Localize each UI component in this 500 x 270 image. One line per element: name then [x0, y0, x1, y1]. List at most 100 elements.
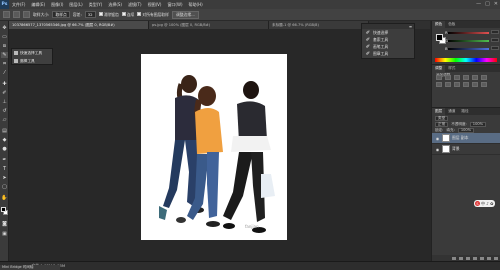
history-brush-icon[interactable]: ↺ — [1, 108, 8, 114]
layer-kind-select[interactable]: 类型 — [435, 115, 449, 121]
lasso-tool-icon[interactable]: ɷ — [1, 43, 8, 49]
bw-icon[interactable] — [445, 82, 451, 87]
layer-row[interactable]: ◉ 图层 副本 — [432, 133, 500, 144]
red-value-input[interactable] — [491, 30, 499, 34]
type-tool-icon[interactable]: T — [1, 166, 8, 172]
tab-color[interactable]: 颜色 — [432, 21, 446, 28]
menu-file[interactable]: 文件(F) — [9, 2, 28, 8]
tolerance-input[interactable]: 32 — [84, 11, 96, 18]
tab-swatches[interactable]: 色板 — [445, 21, 458, 28]
visibility-eye-icon[interactable]: ◉ — [435, 136, 440, 141]
tab-document-2[interactable]: ps.jpg @ 100% (图层 0, RGB/8#) — [149, 21, 269, 29]
tab-document-3[interactable]: 未标题-1 @ 66.7% (RGB/8) — [269, 21, 369, 29]
lookup-icon[interactable] — [472, 82, 478, 87]
visibility-eye-icon[interactable]: ◉ — [435, 147, 440, 152]
tab-document-1[interactable]: 1037866577_1370565346.jpg @ 66.7% (图层 0,… — [9, 21, 149, 29]
menu-view[interactable]: 视图(V) — [145, 2, 165, 8]
menu-layer[interactable]: 图层(L) — [66, 2, 85, 8]
group-icon[interactable] — [480, 256, 484, 260]
document-canvas[interactable]: fanjian — [141, 54, 287, 240]
blur-tool-icon[interactable]: ◆ — [1, 137, 8, 143]
blue-value-input[interactable] — [491, 46, 499, 50]
levels-icon[interactable] — [445, 75, 451, 80]
blend-mode-select[interactable]: 正常 — [435, 121, 449, 127]
path-select-icon[interactable]: ➤ — [1, 175, 8, 181]
tab-styles[interactable]: 样式 — [445, 65, 458, 72]
green-value-input[interactable] — [491, 38, 499, 42]
foreground-color-chip[interactable] — [436, 34, 443, 41]
watermark: fanjian — [245, 224, 259, 229]
shape-tool-icon[interactable]: ▢ — [1, 184, 8, 190]
action-item[interactable]: ✐ 快速选择 — [362, 29, 414, 36]
close-button[interactable]: ✕ — [494, 1, 498, 7]
adjustment-layer-icon[interactable] — [473, 256, 477, 260]
quick-select-tool-icon[interactable]: ✎ — [1, 52, 8, 58]
all-layers-checkbox[interactable]: 对所有图层取样 — [137, 11, 169, 18]
ime-toolbar[interactable]: S 中 ♪ ✿ — [474, 200, 495, 207]
antialias-checkbox[interactable]: 消除锯齿 — [98, 11, 119, 18]
menu-filter[interactable]: 滤镜(T) — [125, 2, 145, 8]
mixer-icon[interactable] — [463, 82, 469, 87]
tab-paths[interactable]: 路径 — [458, 108, 471, 115]
eyedropper-tool-icon[interactable]: ⁄ — [1, 70, 8, 76]
layer-thumbnail — [442, 145, 450, 153]
photo-filter-icon[interactable] — [454, 82, 460, 87]
invert-icon[interactable] — [481, 82, 487, 87]
brush-tool-icon[interactable]: ✐ — [1, 90, 8, 96]
action-item[interactable]: ✐ 画笔工具 — [362, 43, 414, 50]
menu-help[interactable]: 帮助(H) — [186, 2, 206, 8]
tab-adjustments[interactable]: 调整 — [432, 65, 446, 72]
hand-tool-icon[interactable]: ✋ — [1, 195, 8, 201]
red-slider[interactable] — [448, 32, 489, 34]
move-tool-icon[interactable]: ✥ — [1, 25, 8, 31]
mini-bridge-tabs[interactable]: Mini Bridge 时间轴 — [0, 265, 60, 270]
menu-window[interactable]: 窗口(W) — [164, 2, 185, 8]
blue-slider[interactable] — [448, 48, 489, 50]
action-item[interactable]: ✐ 套索工具 — [362, 36, 414, 43]
menu-type[interactable]: 类型(Y) — [86, 2, 106, 8]
menu-select[interactable]: 选择(S) — [105, 2, 125, 8]
tool-preset-icon[interactable] — [3, 11, 10, 18]
exposure-icon[interactable] — [463, 75, 469, 80]
tab-channels[interactable]: 通道 — [445, 108, 458, 115]
fill-input[interactable]: 100% — [457, 127, 475, 133]
sample-size-select[interactable]: 取样点 — [52, 11, 70, 18]
history-item[interactable]: 魔棒工具 — [12, 57, 52, 65]
history-item[interactable]: 快速选择工具 — [12, 49, 52, 57]
pen-tool-icon[interactable]: ✒ — [1, 157, 8, 163]
dodge-tool-icon[interactable]: ● — [1, 146, 8, 152]
foreground-color-swatch[interactable] — [1, 207, 6, 212]
new-layer-icon[interactable] — [487, 256, 491, 260]
add-selection-icon[interactable] — [23, 11, 30, 18]
crop-tool-icon[interactable]: ⌗ — [1, 61, 8, 67]
new-selection-icon[interactable] — [13, 11, 20, 18]
menu-image[interactable]: 图像(I) — [48, 2, 66, 8]
color-spectrum[interactable] — [435, 58, 497, 62]
layer-row[interactable]: ◉ 背景 — [432, 144, 500, 155]
hue-icon[interactable] — [481, 75, 487, 80]
minimize-button[interactable]: — — [476, 1, 481, 7]
action-item[interactable]: ✐ 图章工具 — [362, 50, 414, 57]
contiguous-checkbox[interactable]: 连续 — [121, 11, 134, 18]
quick-mask-icon[interactable]: ◙ — [1, 221, 8, 227]
stamp-tool-icon[interactable]: ⊥ — [1, 99, 8, 105]
opacity-input[interactable]: 100% — [469, 121, 487, 127]
refine-edge-button[interactable]: 调整边缘... — [171, 10, 199, 19]
maximize-button[interactable]: □ — [485, 1, 490, 7]
gradient-tool-icon[interactable]: ▤ — [1, 128, 8, 134]
vibrance-icon[interactable] — [472, 75, 478, 80]
brightness-icon[interactable] — [436, 75, 442, 80]
mask-icon[interactable] — [466, 256, 470, 260]
screen-mode-icon[interactable]: ▣ — [1, 231, 8, 237]
eraser-tool-icon[interactable]: ▱ — [1, 117, 8, 123]
menu-edit[interactable]: 编辑(E) — [28, 2, 48, 8]
link-layers-icon[interactable] — [452, 256, 456, 260]
healing-tool-icon[interactable]: ✚ — [1, 81, 8, 87]
balance-icon[interactable] — [436, 82, 442, 87]
marquee-tool-icon[interactable]: ▭ — [1, 34, 8, 40]
curves-icon[interactable] — [454, 75, 460, 80]
tab-layers[interactable]: 图层 — [432, 108, 446, 115]
trash-icon[interactable] — [494, 256, 498, 260]
green-slider[interactable] — [448, 40, 489, 42]
fx-icon[interactable] — [459, 256, 463, 260]
